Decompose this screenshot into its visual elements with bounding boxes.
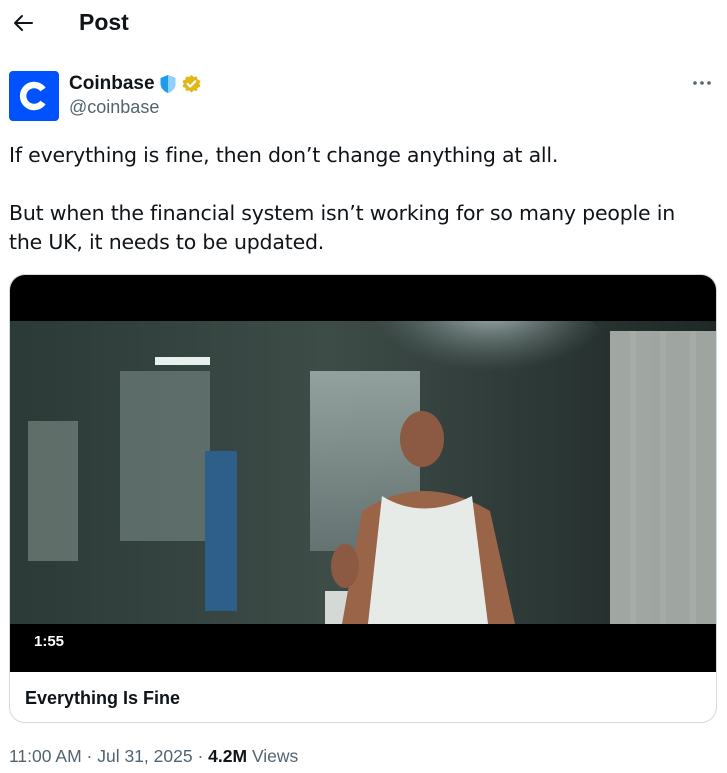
- video-title[interactable]: Everything Is Fine: [25, 688, 180, 709]
- author-names: Coinbase @coinbase: [69, 72, 202, 118]
- more-options-button[interactable]: [689, 73, 715, 93]
- post-author: Coinbase @coinbase: [9, 71, 717, 123]
- shield-icon: [160, 75, 176, 93]
- views-label: Views: [251, 746, 299, 766]
- video-thumbnail: [10, 321, 716, 624]
- post-paragraph: If everything is fine, then don’t change…: [9, 143, 559, 167]
- more-dots-icon: [693, 81, 711, 85]
- coinbase-logo: [19, 81, 46, 111]
- top-bar: Post: [0, 0, 727, 48]
- video-duration: 1:55: [26, 630, 73, 653]
- verified-badge-icon[interactable]: [181, 74, 202, 95]
- author-handle[interactable]: @coinbase: [69, 97, 202, 118]
- meta-separator: ·: [86, 746, 93, 766]
- display-name[interactable]: Coinbase: [69, 73, 155, 95]
- back-button[interactable]: [10, 10, 36, 36]
- meta-separator: ·: [197, 746, 204, 766]
- arrow-left-icon: [14, 15, 33, 31]
- views-count[interactable]: 4.2M: [208, 746, 247, 766]
- video-player[interactable]: 1:55: [10, 275, 716, 672]
- avatar[interactable]: [9, 71, 59, 121]
- post-meta: 11:00 AM · Jul 31, 2025 · 4.2M Views: [9, 746, 298, 767]
- video-card[interactable]: 1:55 Everything Is Fine: [9, 274, 717, 723]
- post-paragraph: But when the financial system isn’t work…: [9, 201, 676, 254]
- post-date[interactable]: Jul 31, 2025: [97, 746, 192, 766]
- post-text: If everything is fine, then don’t change…: [9, 141, 709, 257]
- page-title: Post: [79, 9, 129, 35]
- post-time[interactable]: 11:00 AM: [9, 746, 82, 766]
